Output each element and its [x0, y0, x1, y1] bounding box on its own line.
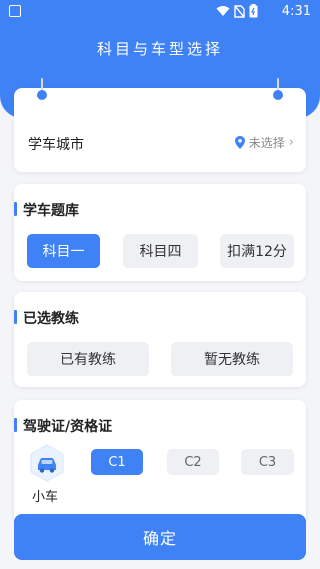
battery-icon — [249, 4, 258, 18]
status-time: 4:31 — [281, 4, 311, 19]
option-12-points[interactable]: 扣满12分 — [220, 234, 294, 268]
car-icon — [30, 444, 64, 482]
question-bank-card: 学车题库 科目一 科目四 扣满12分 — [14, 184, 306, 281]
city-card: 学车城市 未选择 › — [14, 78, 306, 172]
section-accent-bar — [14, 418, 17, 432]
license-card: 驾驶证/资格证 小车 C1 C2 C3 — [14, 400, 306, 520]
option-has-coach[interactable]: 已有教练 — [27, 342, 149, 376]
binder-pin-left — [37, 78, 47, 104]
option-license-c1[interactable]: C1 — [91, 449, 143, 475]
section-accent-bar — [14, 310, 17, 324]
vehicle-car-option[interactable] — [28, 444, 66, 482]
city-selector[interactable]: 未选择 › — [234, 134, 294, 151]
no-sim-icon — [234, 4, 245, 18]
city-value: 未选择 — [248, 136, 285, 150]
vehicle-car-label: 小车 — [32, 490, 59, 505]
option-license-c2[interactable]: C2 — [167, 449, 219, 475]
chevron-right-icon: › — [288, 135, 294, 150]
binder-pin-right — [273, 78, 283, 104]
wifi-icon — [216, 6, 230, 16]
notification-icon — [9, 5, 21, 17]
option-no-coach[interactable]: 暂无教练 — [171, 342, 293, 376]
option-subject-one[interactable]: 科目一 — [27, 234, 100, 268]
status-bar: 4:31 — [0, 0, 320, 24]
location-pin-icon — [234, 136, 245, 149]
page-title: 科目与车型选择 — [96, 40, 223, 58]
section-title: 驾驶证/资格证 — [14, 416, 112, 436]
option-license-c3[interactable]: C3 — [241, 449, 294, 475]
section-title: 已选教练 — [14, 308, 79, 328]
city-label: 学车城市 — [28, 137, 84, 153]
section-title: 学车题库 — [14, 200, 79, 220]
coach-card: 已选教练 已有教练 暂无教练 — [14, 292, 306, 387]
option-subject-four[interactable]: 科目四 — [123, 234, 198, 268]
section-accent-bar — [14, 202, 17, 216]
confirm-button[interactable]: 确定 — [14, 514, 306, 560]
